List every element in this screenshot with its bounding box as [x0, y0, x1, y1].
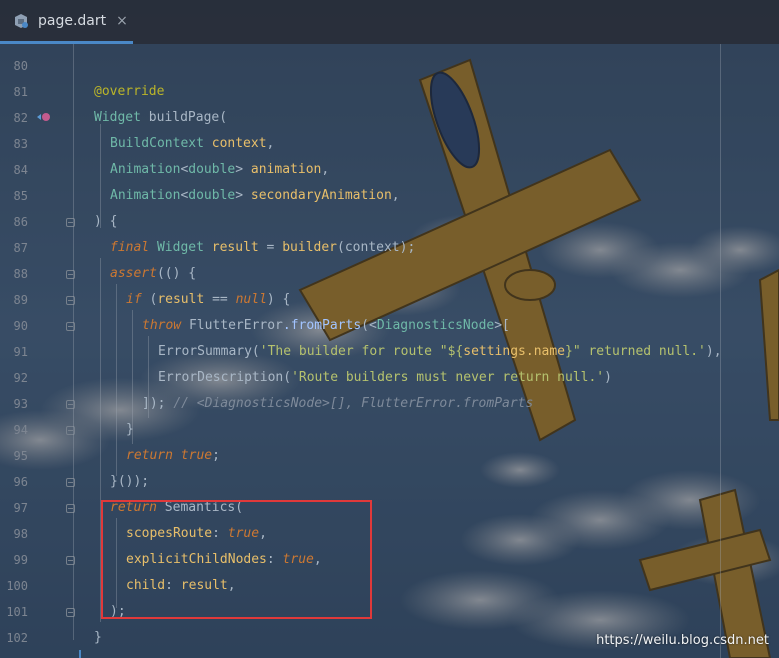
- line-number: 81: [13, 85, 28, 99]
- tab-page-dart[interactable]: page.dart ×: [0, 0, 133, 44]
- line-number: 89: [13, 293, 28, 307]
- line-number-gutter: 80 81 82 83 84 85 86 87 88 89 90 91 92 9…: [0, 44, 80, 658]
- line-number: 87: [13, 241, 28, 255]
- line-number: 100: [6, 579, 28, 593]
- line-number: 90: [13, 319, 28, 333]
- watermark: https://weilu.blog.csdn.net: [596, 633, 769, 648]
- indent-guide: [73, 44, 74, 640]
- code-line-91: ErrorSummary('The builder for route "${s…: [158, 344, 722, 359]
- code-line-88: assert(() {: [110, 266, 197, 281]
- code-line-86: ) {: [94, 214, 118, 229]
- code-line-96: }());: [110, 474, 150, 489]
- code-line-89: if (result == null) {: [126, 292, 291, 307]
- line-number: 92: [13, 371, 28, 385]
- line-number: 83: [13, 137, 28, 151]
- line-number: 86: [13, 215, 28, 229]
- code-line-83: BuildContext context,: [110, 136, 275, 151]
- line-number: 82: [13, 111, 28, 125]
- code-line-102: }: [94, 630, 102, 645]
- line-number: 85: [13, 189, 28, 203]
- code-line-87: final Widget result = builder(context);: [110, 240, 416, 255]
- line-number: 97: [13, 501, 28, 515]
- line-number: 80: [13, 59, 28, 73]
- code-line-94: }: [126, 422, 134, 437]
- line-number: 94: [13, 423, 28, 437]
- tab-label: page.dart: [38, 12, 107, 29]
- code-line-82: Widget buildPage(: [94, 110, 228, 125]
- scroll-indicator: [79, 650, 81, 658]
- line-number: 96: [13, 475, 28, 489]
- line-number: 98: [13, 527, 28, 541]
- line-number: 95: [13, 449, 28, 463]
- code-line-85: Animation<double> secondaryAnimation,: [110, 188, 400, 203]
- line-number: 99: [13, 553, 28, 567]
- dart-file-icon: [15, 13, 28, 28]
- code-line-93: ]); // <DiagnosticsNode>[], FlutterError…: [142, 396, 534, 411]
- line-number: 88: [13, 267, 28, 281]
- line-number: 84: [13, 163, 28, 177]
- close-icon[interactable]: ×: [116, 13, 128, 29]
- code-line-90: throw FlutterError.fromParts(<Diagnostic…: [142, 318, 510, 333]
- code-line-95: return true;: [126, 448, 220, 463]
- line-number: 91: [13, 345, 28, 359]
- code-line-84: Animation<double> animation,: [110, 162, 330, 177]
- line-number: 101: [6, 605, 28, 619]
- editor-tab-bar: page.dart ×: [0, 0, 779, 44]
- line-number: 93: [13, 397, 28, 411]
- highlight-box: [101, 500, 372, 619]
- override-method-icon[interactable]: [36, 111, 50, 123]
- code-line-81: @override: [94, 84, 165, 99]
- line-number: 102: [6, 631, 28, 645]
- code-line-92: ErrorDescription('Route builders must ne…: [158, 370, 612, 385]
